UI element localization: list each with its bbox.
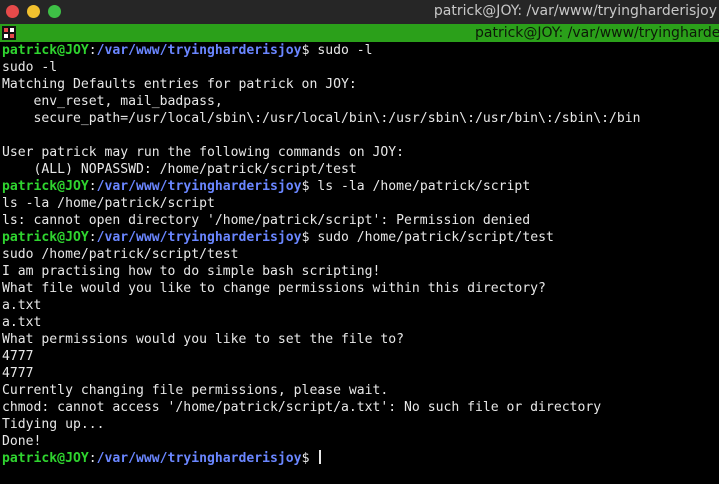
prompt-line: patrick@JOY:/var/www/tryingharderisjoy$: [2, 450, 719, 467]
prompt-user: patrick@JOY: [2, 179, 89, 194]
output-line: Currently changing file permissions, ple…: [2, 383, 389, 398]
title-bar[interactable]: patrick@JOY: /var/www/tryingharderisjoy: [0, 0, 719, 24]
maximize-button[interactable]: [48, 5, 61, 18]
output-line: 4777: [2, 366, 34, 381]
tab-terminal[interactable]: patrick@JOY: /var/www/tryingharderisjoy: [475, 24, 719, 42]
prompt-user: patrick@JOY: [2, 43, 89, 58]
output-line: a.txt: [2, 315, 42, 330]
output-line: a.txt: [2, 298, 42, 313]
window-title: patrick@JOY: /var/www/tryingharderisjoy: [433, 3, 717, 19]
command-text: sudo /home/patrick/script/test: [309, 230, 554, 245]
prompt-separator: :: [88, 179, 97, 194]
prompt-path: /var/www/tryingharderisjoy: [96, 179, 302, 194]
prompt-line: patrick@JOY:/var/www/tryingharderisjoy$ …: [2, 229, 719, 246]
output-line: chmod: cannot access '/home/patrick/scri…: [2, 400, 602, 415]
output-line: ls: cannot open directory '/home/patrick…: [2, 213, 531, 228]
prompt-separator: :: [88, 43, 97, 58]
output-line: sudo -l: [2, 60, 58, 75]
output-line: Tidying up...: [2, 417, 105, 432]
prompt-separator: :: [88, 451, 97, 466]
text-cursor: [319, 450, 322, 464]
terminal-app-icon: [2, 26, 16, 40]
prompt-user: patrick@JOY: [2, 230, 89, 245]
output-line: env_reset, mail_badpass,: [2, 94, 223, 109]
output-line: Matching Defaults entries for patrick on…: [2, 77, 357, 92]
output-line: I am practising how to do simple bash sc…: [2, 264, 381, 279]
terminal-output[interactable]: patrick@JOY:/var/www/tryingharderisjoy$ …: [2, 42, 719, 467]
output-line: ls -la /home/patrick/script: [2, 196, 215, 211]
terminal-window: patrick@JOY: /var/www/tryingharderisjoy …: [0, 0, 719, 484]
command-text: sudo -l: [309, 43, 373, 58]
output-line: (ALL) NOPASSWD: /home/patrick/script/tes…: [2, 162, 357, 177]
command-text: ls -la /home/patrick/script: [309, 179, 531, 194]
output-line: User patrick may run the following comma…: [2, 145, 405, 160]
output-line: What permissions would you like to set t…: [2, 332, 405, 347]
prompt-line: patrick@JOY:/var/www/tryingharderisjoy$ …: [2, 178, 719, 195]
prompt-path: /var/www/tryingharderisjoy: [96, 230, 302, 245]
prompt-path: /var/www/tryingharderisjoy: [96, 43, 302, 58]
minimize-button[interactable]: [27, 5, 40, 18]
output-line: secure_path=/usr/local/sbin\:/usr/local/…: [2, 111, 641, 126]
close-button[interactable]: [6, 5, 19, 18]
output-line: 4777: [2, 349, 34, 364]
tab-bar: patrick@JOY: /var/www/tryingharderisjoy: [0, 24, 719, 42]
output-line: What file would you like to change permi…: [2, 281, 546, 296]
prompt-line: patrick@JOY:/var/www/tryingharderisjoy$ …: [2, 42, 719, 59]
prompt-user: patrick@JOY: [2, 451, 89, 466]
command-text: [309, 451, 317, 466]
output-line: sudo /home/patrick/script/test: [2, 247, 239, 262]
output-line: Done!: [2, 434, 42, 449]
prompt-separator: :: [88, 230, 97, 245]
prompt-path: /var/www/tryingharderisjoy: [96, 451, 302, 466]
